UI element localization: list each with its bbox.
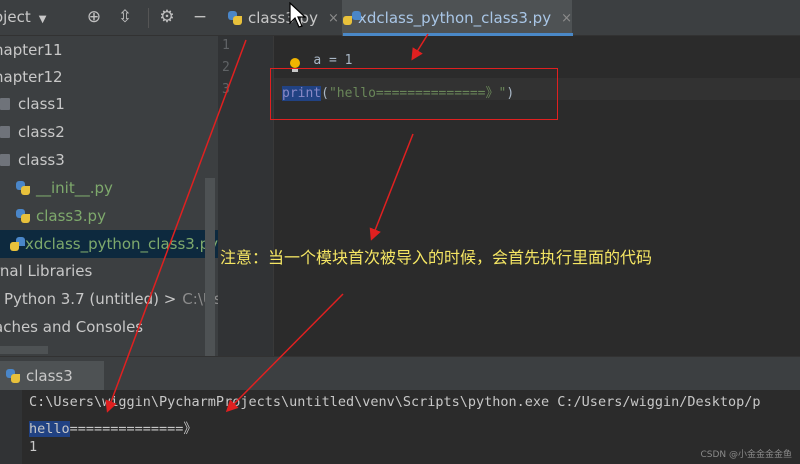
folder-icon [0,154,10,166]
selected-output-text: hello [29,421,70,437]
tree-item-python-sdk[interactable]: Python 3.7 (untitled) > C:\Users [4,285,218,313]
tree-item-class2[interactable]: class2 [0,118,65,146]
tree-item-init-py[interactable]: __init__.py [16,174,113,202]
collapse-icon[interactable]: ⇳ [115,7,135,27]
python-file-icon [228,11,242,25]
close-icon[interactable]: × [328,11,339,26]
tree-horizontal-scrollbar[interactable] [0,346,48,354]
tree-item-class3[interactable]: class3 [0,146,65,174]
console-output-line-2: 1 [29,439,38,455]
folder-icon [0,126,10,138]
watermark: CSDN @小金金金金鱼 [700,450,792,460]
gear-icon[interactable]: ⚙ [157,7,177,27]
annotation-note: 注意：当一个模块首次被导入的时候，会首先执行里面的代码 [220,248,653,267]
python-file-icon [16,181,30,195]
run-console-gutter [0,390,22,464]
crosshair-icon[interactable]: ⊕ [84,7,104,27]
tree-item-xdclass-python-class3-py[interactable]: xdclass_python_class3.py [0,230,218,258]
run-tool-window-header: class3 [0,356,800,391]
tab-run-class3[interactable]: class3 [0,361,104,391]
chevron-down-icon[interactable]: ▼ [39,14,47,25]
tree-item-external-libraries[interactable]: rnal Libraries [0,257,92,285]
console-command-line: C:\Users\wiggin\PycharmProjects\untitled… [29,394,761,410]
tab-class3-py[interactable]: class3.py × [228,0,339,36]
tree-vertical-scrollbar[interactable] [205,178,215,356]
close-icon[interactable]: × [561,11,572,26]
project-panel-header: oject▼ ⊕ ⇳ ⚙ − [0,0,218,36]
python-file-icon [16,209,30,223]
python-file-icon [9,237,25,251]
tab-xdclass-python-class3-py[interactable]: xdclass_python_class3.py × [342,0,572,36]
line-number: 3 [222,82,230,97]
tree-item-class1[interactable]: class1 [0,90,65,118]
python-file-icon [6,369,20,383]
tree-item-chapter12[interactable]: napter12 [0,63,63,91]
folder-icon [0,98,10,110]
minimize-icon[interactable]: − [190,7,210,27]
line-number: 2 [222,60,230,75]
annotation-box-code [270,68,558,120]
tree-item-class3-py[interactable]: class3.py [16,202,106,230]
toolbar-divider [148,8,149,28]
project-tree: napter11 napter12 class1 class2 class3 _… [0,36,218,356]
mouse-cursor-icon [289,2,307,28]
tree-item-scratches-consoles[interactable]: aches and Consoles [0,313,143,341]
editor-gutter: 1 2 3 [218,36,274,356]
console-output-line: hello==============》 [29,421,197,437]
tree-item-chapter11[interactable]: napter11 [0,36,63,64]
project-panel-title[interactable]: oject▼ [0,8,46,26]
line-number: 1 [222,38,230,53]
